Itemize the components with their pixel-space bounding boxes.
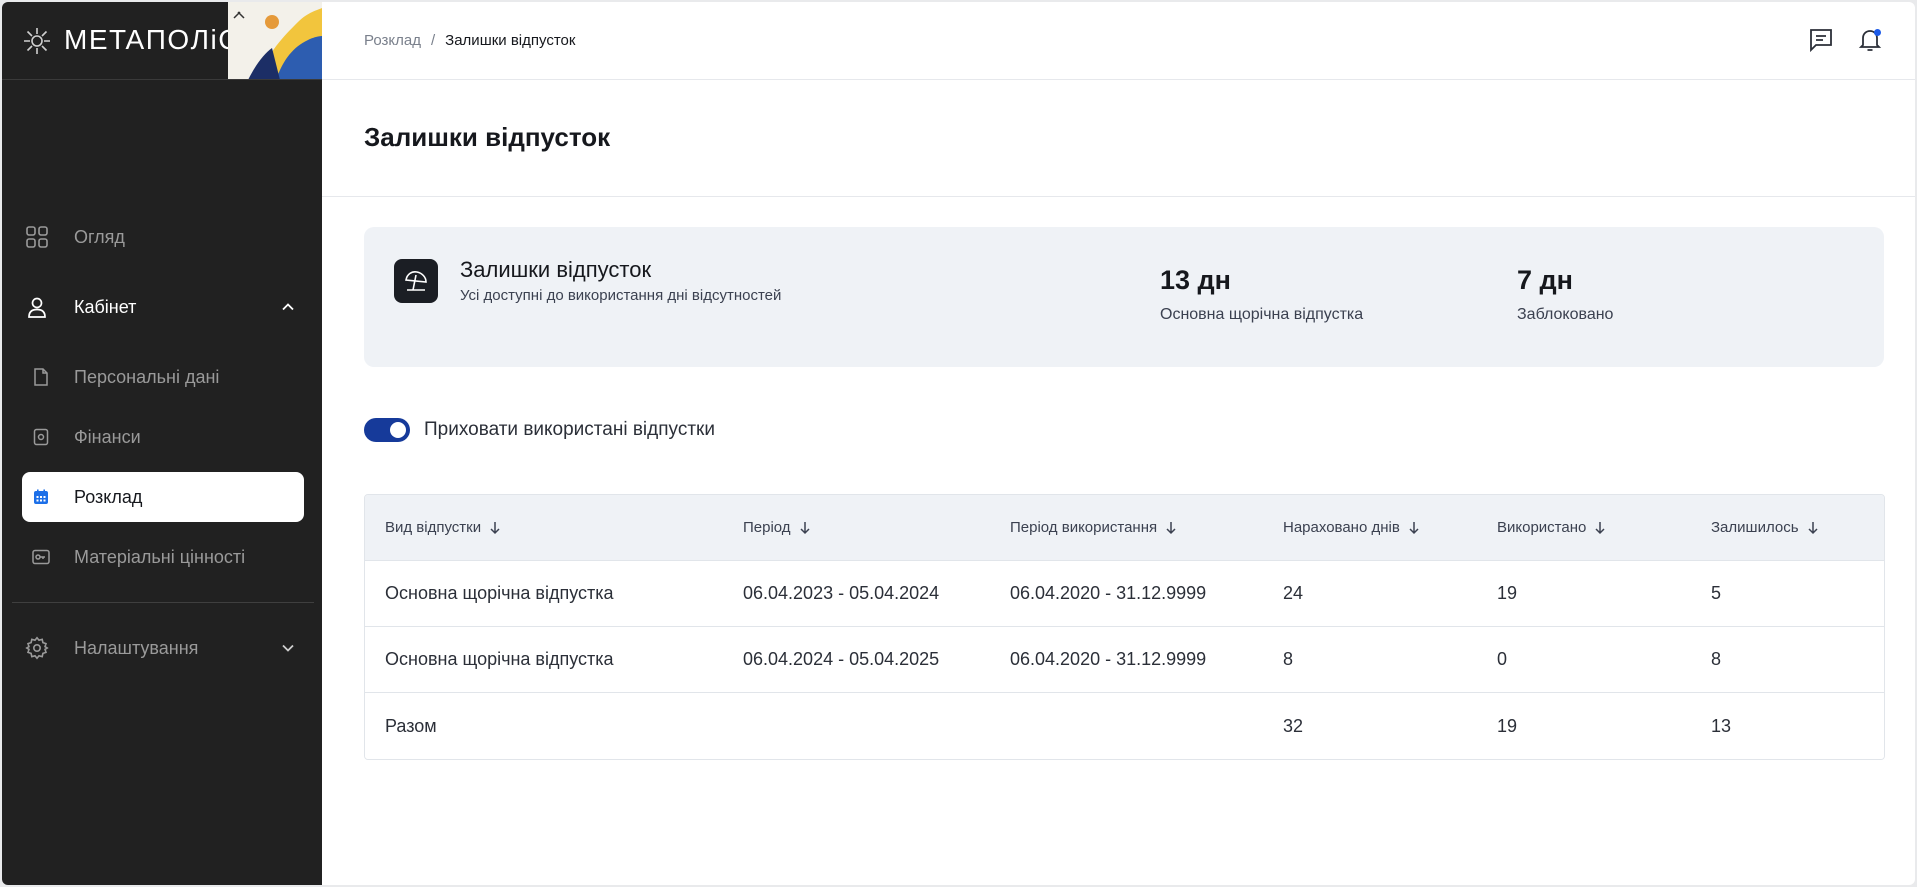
sort-arrow-icon <box>490 521 500 534</box>
column-header-accrued[interactable]: Нараховано днів <box>1283 519 1420 536</box>
sort-arrow-icon <box>1166 521 1176 534</box>
notifications-button[interactable] <box>1856 26 1884 54</box>
column-header-used[interactable]: Використано <box>1497 519 1606 536</box>
page-header: Залишки відпусток <box>322 80 1915 197</box>
sidebar-item-overview[interactable]: Огляд <box>22 212 302 262</box>
sidebar-item-cabinet[interactable]: Кабінет <box>22 282 302 332</box>
stat-label: Основна щорічна відпустка <box>1160 306 1364 323</box>
app-window: METAПOЛiC Огляд Кабінет Персональні дані… <box>2 2 1915 885</box>
sidebar-item-finance[interactable]: Фінанси <box>22 412 304 462</box>
calendar-icon <box>32 488 50 506</box>
sidebar-item-label: Налаштування <box>74 637 199 658</box>
table-row[interactable]: Основна щорічна відпустка 06.04.2024 - 0… <box>365 627 1884 693</box>
umbrella-icon <box>394 259 438 303</box>
sidebar-item-label: Персональні дані <box>74 366 220 387</box>
stat-label: Заблоковано <box>1517 306 1614 323</box>
table-total-row: Разом 32 19 13 <box>365 693 1884 759</box>
column-header-label: Період використання <box>1010 519 1158 536</box>
cell-total-label: Разом <box>385 715 437 736</box>
logo-text[interactable]: METAПOЛiC <box>64 24 240 56</box>
cell-period: 06.04.2023 - 05.04.2024 <box>743 583 940 603</box>
finance-icon <box>32 428 50 446</box>
cell-used: 0 <box>1497 649 1508 669</box>
table-header-row: Вид відпустки Період Період використання… <box>365 495 1884 561</box>
sidebar-item-assets[interactable]: Матеріальні цінності <box>22 532 304 582</box>
message-icon <box>1810 29 1832 53</box>
cell-used: 19 <box>1497 583 1518 603</box>
sidebar-divider <box>12 602 314 603</box>
cell-type: Основна щорічна відпустка <box>385 649 614 669</box>
column-header-usage-period[interactable]: Період використання <box>1010 519 1177 536</box>
cell-period: 06.04.2024 - 05.04.2025 <box>743 649 940 669</box>
notification-dot <box>1874 29 1881 36</box>
column-header-remaining[interactable]: Залишилось <box>1711 519 1819 536</box>
logo-icon[interactable] <box>22 26 52 56</box>
brand-illustration <box>228 2 322 79</box>
user-icon <box>24 294 50 320</box>
column-header-label: Нараховано днів <box>1283 519 1400 536</box>
cell-total-remaining: 13 <box>1711 715 1732 736</box>
sort-arrow-icon <box>1595 521 1605 534</box>
hide-used-toggle[interactable] <box>364 418 410 442</box>
stat-value: 13 дн <box>1160 265 1231 295</box>
cell-remaining: 8 <box>1711 649 1722 669</box>
page-title: Залишки відпусток <box>364 122 611 152</box>
table-row[interactable]: Основна щорічна відпустка 06.04.2023 - 0… <box>365 561 1884 627</box>
cell-total-used: 19 <box>1497 715 1518 736</box>
column-header-period[interactable]: Період <box>743 519 811 536</box>
sidebar-item-label: Матеріальні цінності <box>74 546 246 567</box>
summary-title: Залишки відпусток <box>460 257 652 282</box>
sort-arrow-icon <box>800 521 810 534</box>
grid-icon <box>24 224 50 250</box>
breadcrumb: Розклад / Залишки відпусток <box>364 32 575 49</box>
column-header-label: Період <box>743 519 791 536</box>
cell-usage-period: 06.04.2020 - 31.12.9999 <box>1010 583 1207 603</box>
hide-used-toggle-row: Приховати використані відпустки <box>364 418 715 442</box>
gear-icon <box>24 635 50 661</box>
column-header-label: Використано <box>1497 519 1587 536</box>
sidebar-item-personal-data[interactable]: Персональні дані <box>22 352 304 402</box>
cell-accrued: 8 <box>1283 649 1294 669</box>
sidebar-item-label: Розклад <box>74 486 143 507</box>
summary-subtitle: Усі доступні до використання дні відсутн… <box>460 287 782 304</box>
vacation-summary-card: Залишки відпусток Усі доступні до викори… <box>364 227 1884 367</box>
sidebar-item-label: Кабінет <box>74 296 137 317</box>
sort-arrow-icon <box>1808 521 1818 534</box>
stat-blocked: 7 дн Заблоковано <box>1517 265 1613 324</box>
sidebar-item-schedule[interactable]: Розклад <box>22 472 304 522</box>
column-header-label: Залишилось <box>1711 519 1799 536</box>
stat-value: 7 дн <box>1517 265 1573 295</box>
column-header-label: Вид відпустки <box>385 519 482 536</box>
sidebar-item-label: Огляд <box>74 226 125 247</box>
top-bar: Розклад / Залишки відпусток <box>322 2 1915 80</box>
sort-arrow-icon <box>1409 521 1419 534</box>
column-header-type[interactable]: Вид відпустки <box>385 519 501 536</box>
cell-usage-period: 06.04.2020 - 31.12.9999 <box>1010 649 1207 669</box>
key-card-icon <box>32 548 50 566</box>
chevron-down-icon[interactable] <box>280 640 296 656</box>
breadcrumb-parent-link[interactable]: Розклад <box>364 32 421 49</box>
cell-remaining: 5 <box>1711 583 1722 603</box>
breadcrumb-current: Залишки відпусток <box>445 32 576 49</box>
stat-annual-leave: 13 дн Основна щорічна відпустка <box>1160 265 1363 324</box>
document-icon <box>32 368 50 386</box>
cell-accrued: 24 <box>1283 583 1304 603</box>
cell-type: Основна щорічна відпустка <box>385 583 614 603</box>
sidebar: METAПOЛiC Огляд Кабінет Персональні дані… <box>2 2 322 885</box>
messages-button[interactable] <box>1807 26 1835 54</box>
hide-used-toggle-label[interactable]: Приховати використані відпустки <box>424 419 715 441</box>
vacation-table: Вид відпустки Період Період використання… <box>364 494 1885 760</box>
brand-header: METAПOЛiC <box>2 2 322 80</box>
sidebar-item-settings[interactable]: Налаштування <box>22 623 302 673</box>
sidebar-item-label: Фінанси <box>74 426 141 447</box>
cell-total-accrued: 32 <box>1283 715 1304 736</box>
breadcrumb-separator: / <box>430 32 436 49</box>
chevron-up-icon[interactable] <box>280 299 296 315</box>
